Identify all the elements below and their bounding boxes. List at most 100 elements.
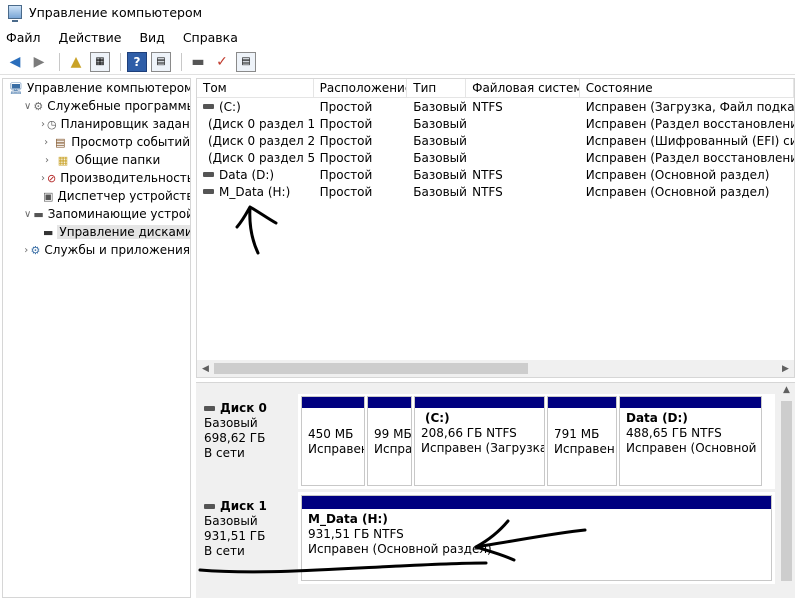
expanded-chevron-icon[interactable]: ∨ — [24, 209, 31, 220]
checklist-icon[interactable]: ✓ — [212, 52, 232, 72]
volume-fs-cell — [466, 115, 580, 132]
partition-status: Исправ — [374, 442, 412, 456]
collapsed-chevron-icon[interactable]: › — [41, 155, 53, 166]
tools-icon: ⚙ — [33, 99, 44, 113]
disk-0-row[interactable]: Диск 0 Базовый 698,62 ГБ В сети 450 МБ И… — [198, 394, 775, 489]
scroll-thumb[interactable] — [781, 401, 792, 581]
collapsed-chevron-icon[interactable]: › — [24, 245, 29, 256]
tree-node[interactable]: › ⊘ Производительность — [3, 169, 190, 187]
expanded-chevron-icon[interactable]: ∨ — [24, 101, 31, 112]
scroll-left-icon[interactable]: ◀ — [197, 364, 214, 374]
menu-bar: Файл Действие Вид Справка — [0, 27, 795, 47]
collapsed-chevron-icon[interactable]: › — [41, 119, 45, 130]
horizontal-scrollbar[interactable]: ◀ ▶ — [197, 360, 794, 377]
tree-node[interactable]: ▬ Управление дисками — [3, 223, 190, 241]
partition-disk0-d[interactable]: Data (D:) 488,65 ГБ NTFS Исправен (Основ… — [619, 396, 762, 486]
tree-node[interactable]: ∨▬Запоминающие устройст — [3, 205, 190, 223]
disk-1-row[interactable]: Диск 1 Базовый 931,51 ГБ В сети M_Data (… — [198, 492, 775, 584]
tree-node[interactable]: ∨ ⚙ Служебные программы — [3, 97, 190, 115]
tree-node-label: Управление дисками — [57, 225, 190, 239]
disk-state: В сети — [204, 544, 245, 558]
volume-fs-cell — [466, 149, 580, 166]
volume-layout-cell: Простой — [319, 150, 373, 165]
connect-drive-icon[interactable]: ▬ — [188, 52, 208, 72]
volume-rows: (C:) Простой Базовый NTFS Исправен (Загрузка… — [197, 98, 794, 200]
table-row[interactable]: (Диск 0 раздел 1) Простой Базовый Исправен … — [197, 115, 794, 132]
collapsed-chevron-icon[interactable]: › — [41, 173, 45, 184]
partition-size: 208,66 ГБ NTFS — [421, 426, 517, 440]
navigation-tree: 🖥Управление компьютером (л∨⚙Служебные пр… — [2, 78, 191, 598]
menu-action[interactable]: Действие — [59, 30, 122, 45]
partition-bar — [415, 397, 544, 408]
volume-icon — [203, 104, 214, 109]
tree-node-label: Управление компьютером (л — [26, 81, 191, 95]
collapsed-chevron-icon[interactable]: › — [41, 137, 51, 148]
column-header-filesystem[interactable]: Файловая система — [466, 79, 580, 97]
help-icon[interactable]: ? — [127, 51, 147, 72]
computer-management-icon — [8, 5, 22, 22]
scroll-up-icon[interactable]: ▲ — [778, 385, 795, 395]
partition-size: 99 МБ — [374, 427, 412, 441]
shared-folder-icon: ▦ — [57, 153, 69, 167]
tree-node-label: Просмотр событий — [71, 135, 190, 149]
tree-node[interactable]: › ⚙ Службы и приложения — [3, 241, 190, 259]
partition-disk0-1[interactable]: 450 МБ Исправен — [301, 396, 365, 486]
menu-file[interactable]: Файл — [6, 30, 41, 45]
menu-help[interactable]: Справка — [183, 30, 238, 45]
vertical-scrollbar[interactable]: ▲ — [778, 383, 795, 598]
tree-node[interactable]: ▣ Диспетчер устройств — [3, 187, 190, 205]
tree-node-label: Служебные программы — [47, 99, 191, 113]
tree-node[interactable]: › ▤ Просмотр событий — [3, 133, 190, 151]
event-viewer-icon: ▤ — [55, 135, 66, 149]
disk-view-icon[interactable]: ▤ — [236, 51, 256, 72]
disk-0-info[interactable]: Диск 0 Базовый 698,62 ГБ В сети — [198, 394, 298, 489]
volume-name: M_Data (H:) — [219, 184, 291, 199]
partition-status: Исправен — [554, 442, 615, 456]
properties-icon[interactable]: ▤ — [151, 51, 171, 72]
table-row[interactable]: M_Data (H:) Простой Базовый NTFS Исправен (О… — [197, 183, 794, 200]
disk-size: 931,51 ГБ — [204, 529, 266, 543]
partition-bar — [368, 397, 411, 408]
tree-node-label: Диспетчер устройств — [57, 189, 191, 203]
volume-name-cell: (Диск 0 раздел 2) — [197, 132, 314, 149]
tree-node[interactable]: › ◷ Планировщик заданий — [3, 115, 190, 133]
volume-type-cell: Базовый — [413, 184, 467, 199]
partition-disk0-2[interactable]: 99 МБ Исправ — [367, 396, 412, 486]
disk-map: Диск 0 Базовый 698,62 ГБ В сети 450 МБ И… — [196, 382, 795, 598]
disk-kind: Базовый — [204, 416, 258, 430]
column-header-volume[interactable]: Том — [197, 79, 314, 97]
disk-1-info[interactable]: Диск 1 Базовый 931,51 ГБ В сети — [198, 492, 298, 584]
partition-size: 931,51 ГБ NTFS — [308, 527, 404, 541]
partition-disk1-h[interactable]: M_Data (H:) 931,51 ГБ NTFS Исправен (Осн… — [301, 495, 772, 581]
partition-size: 791 МБ — [554, 427, 600, 441]
table-row[interactable]: (Диск 0 раздел 2) Простой Базовый Исправен … — [197, 132, 794, 149]
up-folder-icon[interactable]: ▲ — [66, 52, 86, 72]
show-hide-tree-icon[interactable]: ▦ — [90, 51, 110, 72]
volume-status-cell: Исправен (Основной раздел) — [585, 167, 770, 182]
column-header-type[interactable]: Тип — [407, 79, 467, 97]
partition-disk0-c[interactable]: (C:) 208,66 ГБ NTFS Исправен (Загрузка, — [414, 396, 545, 486]
partition-bar — [620, 397, 761, 408]
table-row[interactable]: Data (D:) Простой Базовый NTFS Исправен (Осн… — [197, 166, 794, 183]
scroll-right-icon[interactable]: ▶ — [777, 364, 794, 374]
tree-node[interactable]: › ▦ Общие папки — [3, 151, 190, 169]
disk-size: 698,62 ГБ — [204, 431, 266, 445]
forward-arrow-icon[interactable]: ▶ — [29, 52, 49, 72]
volume-name: (Диск 0 раздел 5) — [208, 150, 314, 165]
partition-disk0-5[interactable]: 791 МБ Исправен — [547, 396, 617, 486]
menu-view[interactable]: Вид — [139, 30, 164, 45]
column-header-layout[interactable]: Расположение — [314, 79, 408, 97]
disk-icon — [204, 406, 215, 411]
tree-node[interactable]: 🖥Управление компьютером (л — [3, 79, 190, 97]
volume-list-header: Том Расположение Тип Файловая система Со… — [197, 79, 794, 98]
table-row[interactable]: (Диск 0 раздел 5) Простой Базовый Исправен … — [197, 149, 794, 166]
volume-status-cell: Исправен (Раздел восстановления) — [585, 116, 794, 131]
volume-type-cell: Базовый — [413, 167, 467, 182]
partition-title: (C:) — [425, 411, 450, 425]
column-header-status[interactable]: Состояние — [580, 79, 794, 97]
volume-type-cell: Базовый — [413, 133, 467, 148]
services-icon: ⚙ — [30, 243, 41, 257]
back-arrow-icon[interactable]: ◀ — [5, 52, 25, 72]
scroll-thumb[interactable] — [214, 363, 528, 374]
table-row[interactable]: (C:) Простой Базовый NTFS Исправен (Загрузка… — [197, 98, 794, 115]
